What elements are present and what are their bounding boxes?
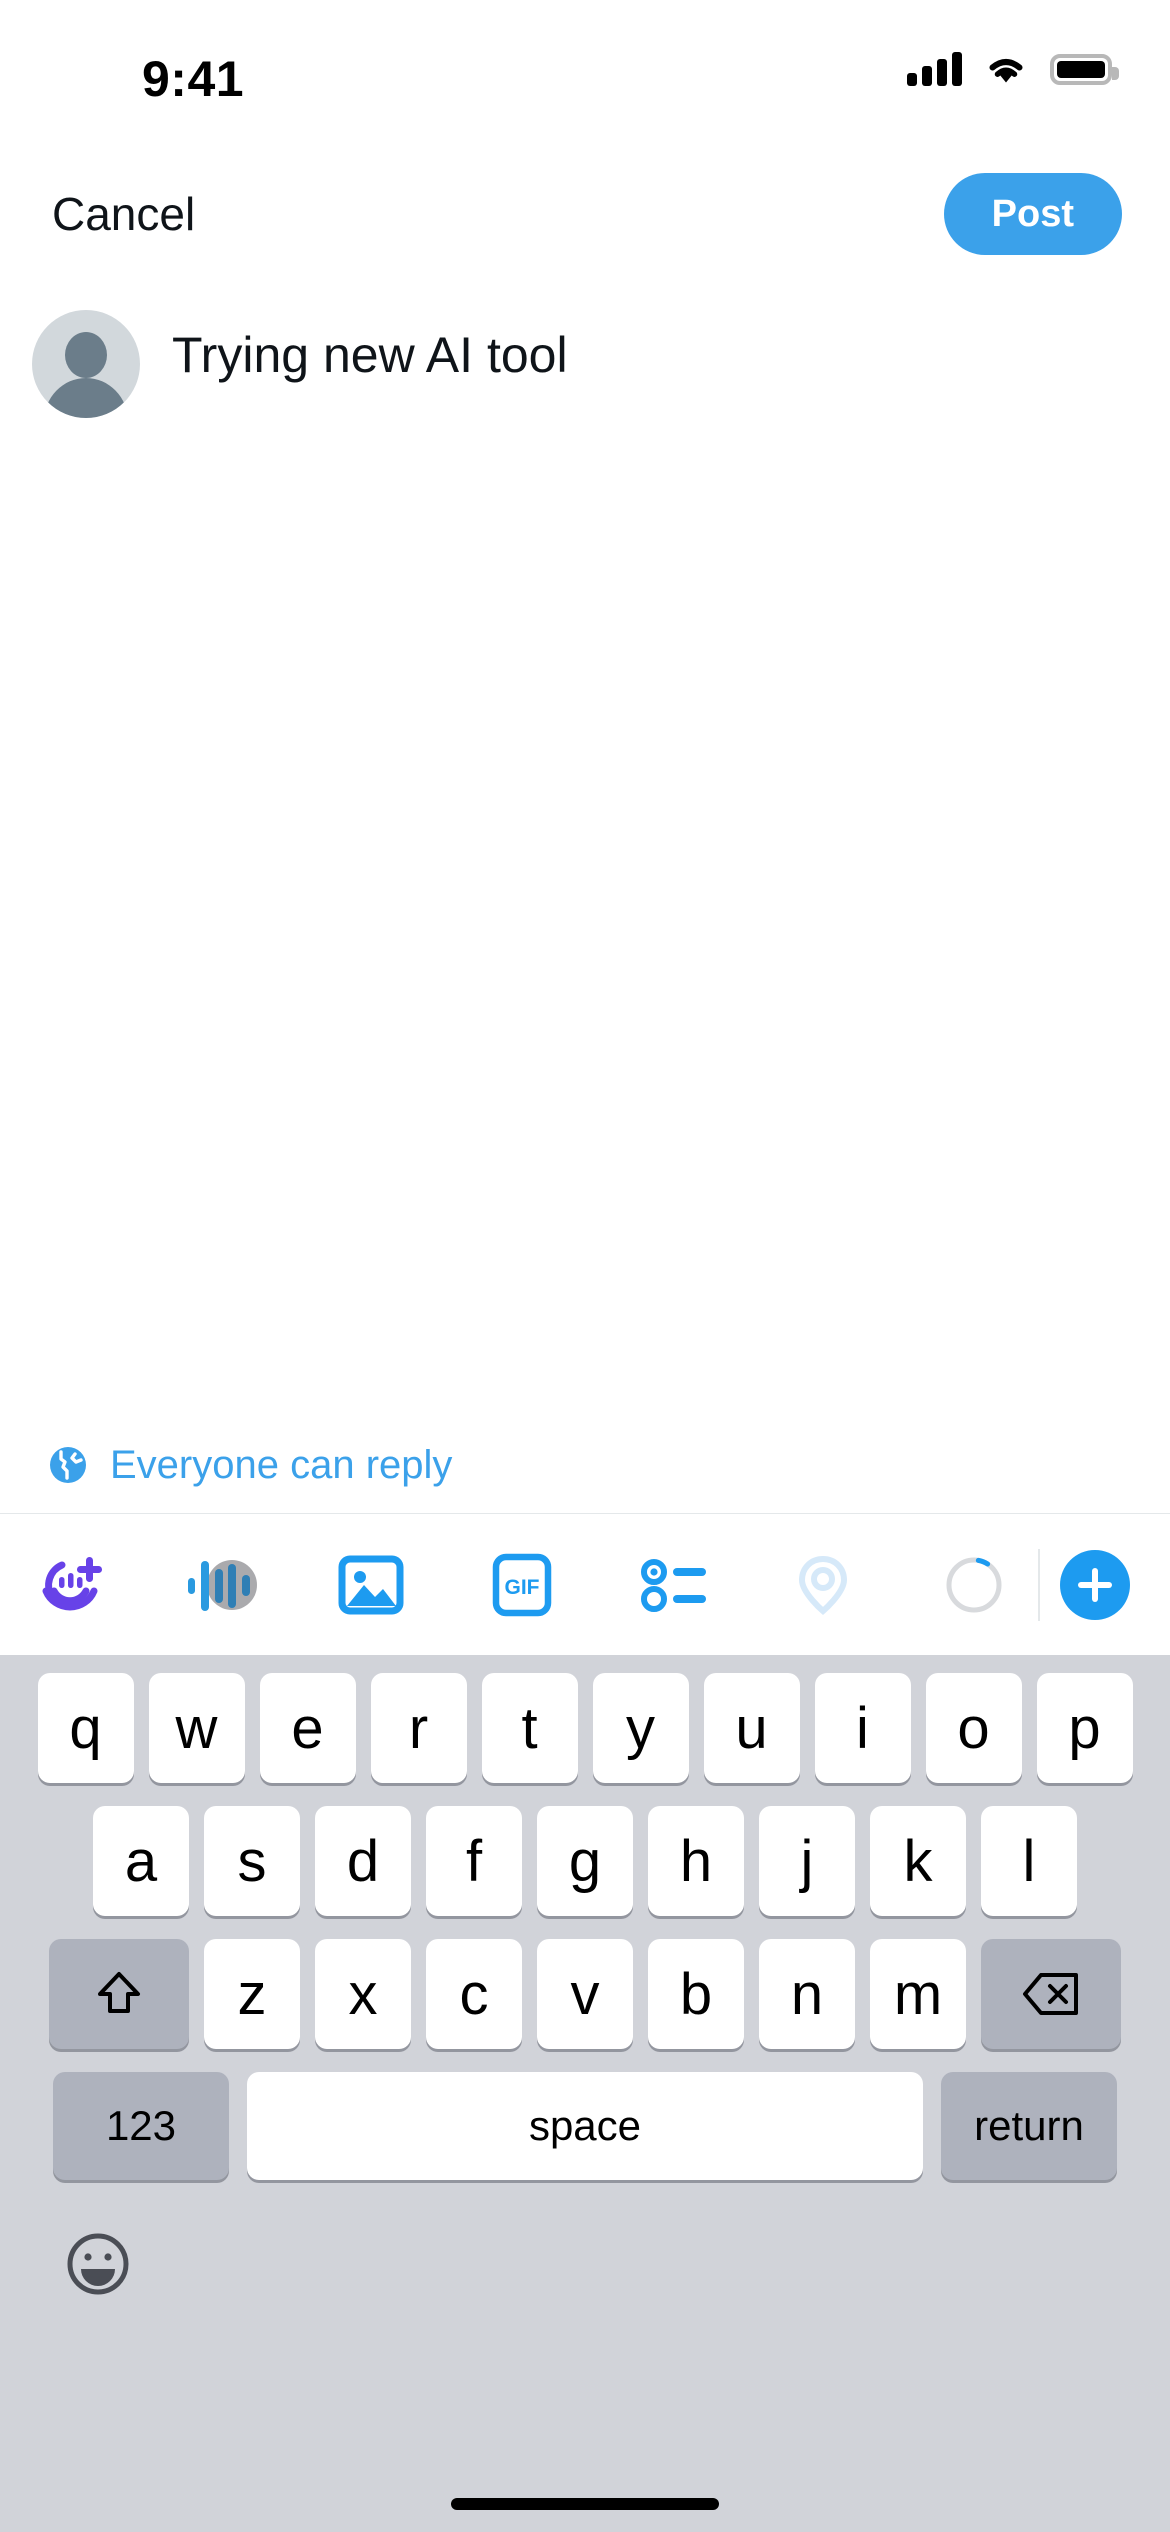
add-voice-icon[interactable] — [24, 1539, 116, 1631]
keyboard-row-4: 123 space return — [0, 2072, 1170, 2180]
navigation-bar: Cancel Post — [0, 150, 1170, 278]
key-y[interactable]: y — [592, 1673, 689, 1783]
avatar[interactable] — [32, 310, 140, 418]
key-d[interactable]: d — [315, 1806, 411, 1916]
avatar-head-shape — [65, 332, 107, 378]
add-post-button-wrapper — [1046, 1549, 1131, 1620]
avatar-body-shape — [44, 378, 128, 418]
status-icons — [907, 52, 1119, 86]
character-count-ring-icon[interactable] — [928, 1539, 1020, 1631]
home-indicator — [451, 2498, 719, 2510]
space-key[interactable]: space — [247, 2072, 923, 2180]
key-u[interactable]: u — [703, 1673, 800, 1783]
keyboard-row-3: z x c v b n m — [0, 1939, 1170, 2049]
image-icon[interactable] — [325, 1539, 417, 1631]
audio-wave-icon[interactable] — [175, 1539, 267, 1631]
key-t[interactable]: t — [481, 1673, 578, 1783]
key-i[interactable]: i — [814, 1673, 911, 1783]
status-bar: 9:41 — [0, 0, 1170, 150]
return-key[interactable]: return — [941, 2072, 1117, 2180]
globe-icon — [50, 1447, 86, 1483]
backspace-key[interactable] — [981, 1939, 1121, 2049]
key-a[interactable]: a — [93, 1806, 189, 1916]
shift-arrow-icon — [98, 1972, 140, 2013]
key-p[interactable]: p — [1036, 1673, 1133, 1783]
location-pin-icon[interactable] — [777, 1539, 869, 1631]
key-v[interactable]: v — [537, 1939, 633, 2049]
cancel-button[interactable]: Cancel — [48, 179, 199, 249]
compose-text-input[interactable]: Trying new AI tool — [172, 310, 1130, 387]
svg-text:GIF: GIF — [505, 1576, 540, 1599]
compose-post-screen: 9:41 Cancel Post Trying new AI tool Ever… — [0, 0, 1170, 2532]
key-o[interactable]: o — [925, 1673, 1022, 1783]
numbers-key[interactable]: 123 — [53, 2072, 229, 2180]
key-l[interactable]: l — [981, 1806, 1077, 1916]
cellular-signal-icon — [907, 52, 962, 86]
keyboard-row-1: q w e r t y u i o p — [0, 1673, 1170, 1783]
on-screen-keyboard: q w e r t y u i o p a s d f g h j k l z … — [0, 1655, 1170, 2532]
key-k[interactable]: k — [870, 1806, 966, 1916]
add-post-button[interactable] — [1060, 1549, 1131, 1620]
key-b[interactable]: b — [648, 1939, 744, 2049]
key-m[interactable]: m — [870, 1939, 966, 2049]
poll-icon[interactable] — [627, 1539, 719, 1631]
key-s[interactable]: s — [204, 1806, 300, 1916]
emoji-key[interactable] — [62, 2228, 134, 2300]
key-x[interactable]: x — [315, 1939, 411, 2049]
keyboard-bottom-bar — [0, 2180, 1170, 2532]
post-button[interactable]: Post — [943, 173, 1122, 255]
status-time: 9:41 — [142, 51, 245, 107]
key-e[interactable]: e — [259, 1673, 356, 1783]
key-w[interactable]: w — [148, 1673, 245, 1783]
shift-key[interactable] — [49, 1939, 189, 2049]
composer-area[interactable]: Trying new AI tool — [0, 278, 1170, 1417]
key-h[interactable]: h — [648, 1806, 744, 1916]
gif-icon[interactable]: GIF — [476, 1539, 568, 1631]
reply-settings-row[interactable]: Everyone can reply — [0, 1417, 1170, 1513]
key-f[interactable]: f — [426, 1806, 522, 1916]
reply-settings-label: Everyone can reply — [110, 1442, 453, 1487]
battery-full-icon — [1050, 53, 1119, 85]
key-r[interactable]: r — [370, 1673, 467, 1783]
backspace-icon — [1023, 1973, 1078, 2015]
keyboard-row-2: a s d f g h j k l — [0, 1806, 1170, 1916]
wifi-icon — [989, 59, 1023, 83]
composer-toolbar: GIF — [0, 1513, 1170, 1655]
toolbar-divider — [1038, 1548, 1041, 1621]
key-j[interactable]: j — [759, 1806, 855, 1916]
key-n[interactable]: n — [759, 1939, 855, 2049]
key-z[interactable]: z — [204, 1939, 300, 2049]
key-c[interactable]: c — [426, 1939, 522, 2049]
emoji-smiley-icon — [67, 2233, 129, 2295]
key-g[interactable]: g — [537, 1806, 633, 1916]
key-q[interactable]: q — [37, 1673, 134, 1783]
